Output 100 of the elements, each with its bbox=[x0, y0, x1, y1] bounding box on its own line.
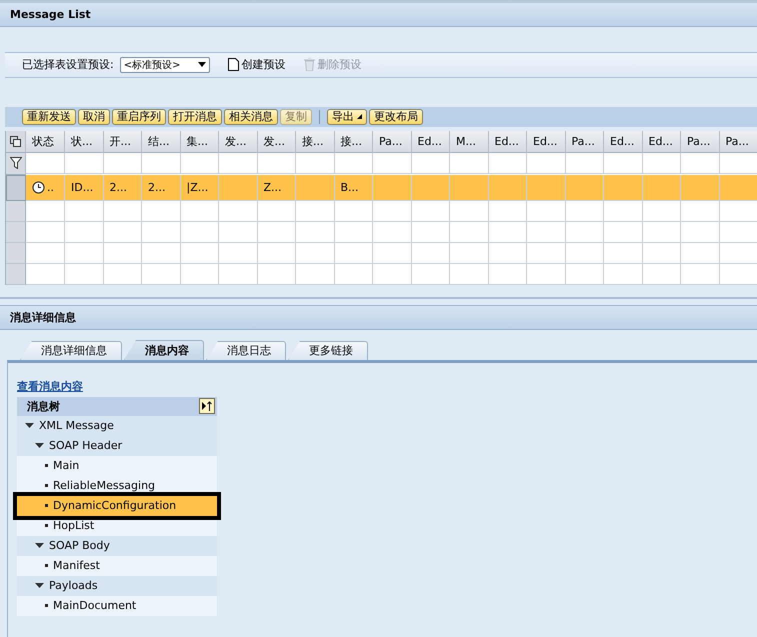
table-cell bbox=[65, 200, 104, 222]
table-cell bbox=[258, 264, 296, 285]
filter-cell[interactable] bbox=[681, 152, 720, 174]
table-cell bbox=[373, 222, 412, 243]
create-button[interactable]: 创建预设 bbox=[228, 57, 286, 72]
table-cell bbox=[180, 222, 219, 243]
column-header[interactable]: Ed... bbox=[527, 130, 566, 153]
table-cell bbox=[642, 200, 681, 222]
tab[interactable]: 消息内容 bbox=[124, 340, 204, 360]
column-header[interactable]: Pa... bbox=[681, 130, 720, 153]
filter-cell[interactable] bbox=[604, 152, 642, 174]
filter-cell[interactable] bbox=[334, 152, 373, 174]
view-content-link[interactable]: 查看消息内容 bbox=[17, 378, 83, 394]
filter-cell[interactable] bbox=[450, 152, 488, 174]
column-header[interactable]: 状态 bbox=[26, 130, 65, 153]
column-header[interactable]: 发... bbox=[219, 130, 258, 153]
toolbar-button[interactable]: 更改布局 bbox=[369, 108, 423, 125]
column-header[interactable]: 集... bbox=[180, 130, 219, 153]
column-header[interactable]: Pa... bbox=[373, 130, 412, 153]
column-header[interactable]: Ed... bbox=[412, 130, 450, 153]
table-cell bbox=[296, 222, 334, 243]
column-header[interactable]: 接... bbox=[334, 130, 373, 153]
filter-cell[interactable] bbox=[642, 152, 681, 174]
column-header[interactable]: M... bbox=[450, 130, 488, 153]
toolbar-button[interactable]: 取消 bbox=[78, 108, 110, 125]
filter-cell[interactable] bbox=[65, 152, 104, 174]
tab[interactable]: 消息详细信息 bbox=[20, 340, 122, 360]
table-cell bbox=[720, 264, 757, 285]
tree-node-label: ReliableMessaging bbox=[53, 479, 156, 492]
table-cell bbox=[604, 222, 642, 243]
row-selector[interactable] bbox=[6, 200, 26, 222]
column-header[interactable]: 结... bbox=[142, 130, 180, 153]
tree-node[interactable]: Main bbox=[17, 456, 217, 476]
tab[interactable]: 消息日志 bbox=[206, 340, 286, 360]
table-cell: Z... bbox=[258, 174, 296, 201]
filter-cell[interactable] bbox=[180, 152, 219, 174]
column-header[interactable]: Pa... bbox=[720, 130, 757, 153]
expand-triangle-icon[interactable] bbox=[35, 543, 44, 548]
status-text: .. bbox=[47, 180, 54, 194]
tree-node[interactable]: SOAP Body bbox=[17, 536, 217, 556]
table-cell bbox=[681, 264, 720, 285]
column-header[interactable]: Ed... bbox=[642, 130, 681, 153]
toolbar-button[interactable]: 相关消息 bbox=[224, 108, 278, 125]
tree-node[interactable]: Payloads bbox=[17, 576, 217, 596]
variant-dropdown[interactable]: <标准预设> bbox=[120, 56, 210, 73]
filter-icon[interactable] bbox=[6, 152, 26, 175]
panel-title: 消息详细信息 bbox=[0, 304, 757, 330]
filter-cell[interactable] bbox=[104, 152, 142, 174]
expand-triangle-icon[interactable] bbox=[25, 423, 34, 428]
expand-triangle-icon[interactable] bbox=[35, 583, 44, 588]
table-cell bbox=[527, 242, 566, 264]
tree-node-label: Main bbox=[53, 459, 80, 472]
filter-cell[interactable] bbox=[488, 152, 527, 174]
table-cell bbox=[642, 264, 681, 285]
table-cell bbox=[681, 222, 720, 243]
filter-cell[interactable] bbox=[720, 152, 757, 174]
filter-cell[interactable] bbox=[412, 152, 450, 174]
column-header[interactable]: 接... bbox=[296, 130, 334, 153]
expand-icon[interactable] bbox=[199, 398, 215, 414]
table-cell bbox=[219, 242, 258, 264]
column-header[interactable]: Pa... bbox=[566, 130, 604, 153]
column-header[interactable]: 状... bbox=[65, 130, 104, 153]
bullet-icon bbox=[45, 464, 48, 468]
table-cell bbox=[180, 264, 219, 285]
tab[interactable]: 更多链接 bbox=[288, 340, 368, 360]
variant-label: 已选择表设置预设: bbox=[22, 57, 114, 72]
table-cell bbox=[720, 222, 757, 243]
tree-node[interactable]: XML Message bbox=[17, 416, 217, 436]
toolbar-button[interactable]: 重启序列 bbox=[112, 108, 166, 125]
tree-node[interactable]: DynamicConfiguration bbox=[17, 496, 217, 516]
row-selector[interactable] bbox=[6, 264, 26, 285]
filter-cell[interactable] bbox=[527, 152, 566, 174]
toolbar-button[interactable]: 导出 bbox=[327, 108, 367, 125]
table-cell bbox=[566, 264, 604, 285]
toolbar-button[interactable]: 打开消息 bbox=[168, 108, 222, 125]
filter-cell[interactable] bbox=[142, 152, 180, 174]
filter-cell[interactable] bbox=[219, 152, 258, 174]
column-settings-icon[interactable] bbox=[6, 130, 26, 153]
column-header[interactable]: Ed... bbox=[604, 130, 642, 153]
table-cell bbox=[334, 242, 373, 264]
tree-node[interactable]: SOAP Header bbox=[17, 436, 217, 456]
table-cell bbox=[566, 200, 604, 222]
toolbar-button[interactable]: 重新发送 bbox=[22, 108, 76, 125]
filter-cell[interactable] bbox=[26, 152, 65, 174]
action-label: 删除预设 bbox=[318, 57, 362, 72]
column-header[interactable]: Ed... bbox=[488, 130, 527, 153]
filter-cell[interactable] bbox=[566, 152, 604, 174]
table-cell bbox=[412, 222, 450, 243]
tree-node[interactable]: Manifest bbox=[17, 556, 217, 576]
row-selector[interactable] bbox=[6, 242, 26, 264]
filter-cell[interactable] bbox=[296, 152, 334, 174]
filter-cell[interactable] bbox=[258, 152, 296, 174]
tree-node[interactable]: MainDocument bbox=[17, 596, 217, 616]
expand-triangle-icon[interactable] bbox=[35, 443, 44, 448]
column-header[interactable]: 发... bbox=[258, 130, 296, 153]
column-header[interactable]: 开... bbox=[104, 130, 142, 153]
row-selector[interactable] bbox=[6, 222, 26, 243]
table-cell bbox=[296, 242, 334, 264]
table-cell: |Z... bbox=[180, 174, 219, 201]
filter-cell[interactable] bbox=[373, 152, 412, 174]
